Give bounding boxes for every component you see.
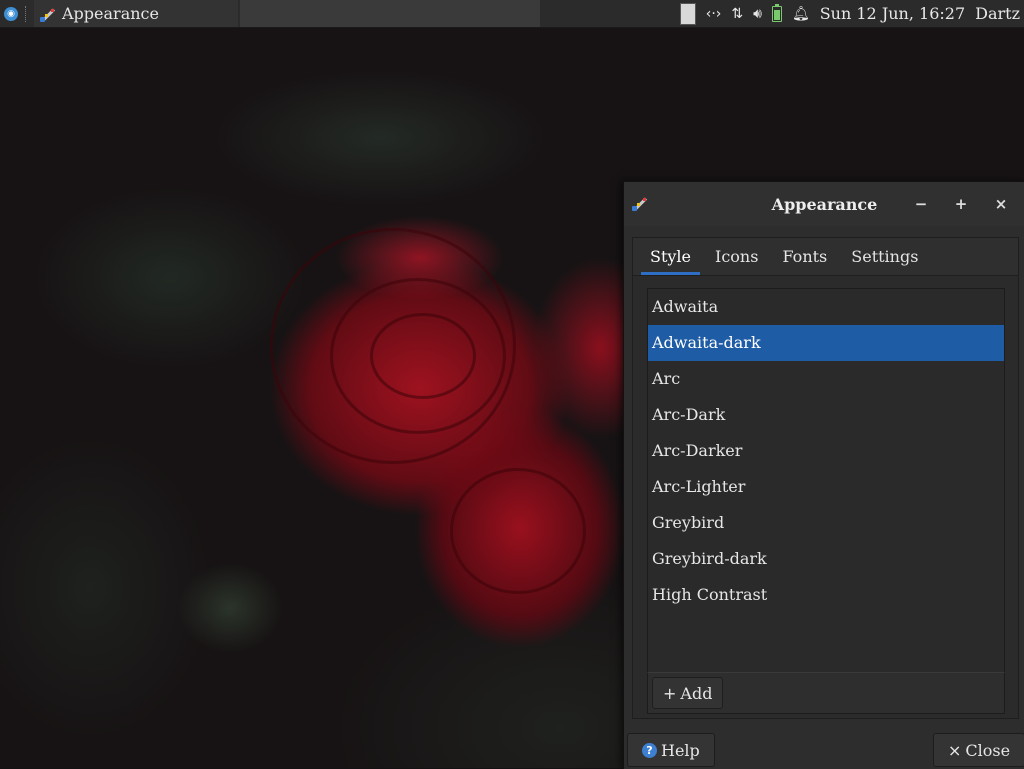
network-arrows-icon[interactable]: ‹·› — [706, 6, 722, 22]
volume-icon[interactable]: 🔊︎ — [753, 6, 762, 22]
taskbar-item-label: Appearance — [62, 4, 159, 23]
list-item[interactable]: Arc — [648, 361, 1004, 397]
list-item[interactable]: Greybird — [648, 505, 1004, 541]
user-menu[interactable]: Dartz — [975, 4, 1020, 23]
tab-settings[interactable]: Settings — [840, 238, 929, 275]
appearance-dialog: Appearance − + × Style Icons Fonts Setti… — [623, 181, 1024, 769]
plus-icon: + — [663, 683, 677, 703]
close-button-label: Close — [965, 740, 1011, 760]
theme-list[interactable]: Adwaita Adwaita-dark Arc Arc-Dark Arc-Da… — [647, 288, 1005, 673]
close-icon: × — [948, 740, 962, 760]
help-icon: ? — [642, 742, 657, 758]
appearance-app-icon — [40, 6, 56, 22]
taskbar-empty-area — [240, 0, 540, 27]
tab-bar: Style Icons Fonts Settings — [633, 238, 1018, 276]
tab-style[interactable]: Style — [639, 238, 702, 275]
list-item[interactable]: Arc-Dark — [648, 397, 1004, 433]
top-panel: ◉ Appearance ‹·› ⇅ 🔊︎ 🔔︎ Sun 12 Jun, 16:… — [0, 0, 1024, 28]
list-item[interactable]: Adwaita — [648, 289, 1004, 325]
add-theme-button[interactable]: + Add — [652, 677, 724, 709]
tab-icons[interactable]: Icons — [704, 238, 769, 275]
list-item[interactable]: Adwaita-dark — [648, 325, 1004, 361]
theme-list-toolbar: + Add — [647, 672, 1005, 714]
dialog-titlebar[interactable]: Appearance − + × — [624, 182, 1024, 226]
list-item[interactable]: Arc-Lighter — [648, 469, 1004, 505]
minimize-button[interactable]: − — [909, 192, 933, 216]
rose-petal-decoration — [450, 468, 586, 594]
rose-petal-decoration — [270, 228, 516, 464]
notification-bell-icon[interactable]: 🔔︎ — [792, 6, 810, 22]
app-menu-button[interactable]: ◉ — [0, 0, 22, 27]
close-button[interactable]: × Close — [933, 733, 1024, 767]
workspace-icon[interactable] — [679, 2, 696, 25]
settings-notebook: Style Icons Fonts Settings Adwaita Adwai… — [632, 237, 1019, 719]
whisker-menu-icon: ◉ — [4, 6, 18, 21]
panel-clock[interactable]: Sun 12 Jun, 16:27 — [820, 4, 965, 23]
transfer-icon[interactable]: ⇅ — [731, 6, 743, 22]
taskbar-item-appearance[interactable]: Appearance — [34, 0, 238, 27]
maximize-button[interactable]: + — [949, 192, 973, 216]
system-tray: ‹·› ⇅ 🔊︎ 🔔︎ Sun 12 Jun, 16:27 Dartz — [679, 0, 1024, 27]
panel-separator — [25, 5, 32, 22]
list-item[interactable]: Arc-Darker — [648, 433, 1004, 469]
add-button-label: Add — [680, 683, 713, 703]
help-button[interactable]: ? Help — [627, 733, 715, 767]
battery-icon[interactable] — [771, 3, 782, 22]
help-button-label: Help — [661, 740, 700, 760]
list-item[interactable]: Greybird-dark — [648, 541, 1004, 577]
tab-fonts[interactable]: Fonts — [771, 238, 838, 275]
close-window-button[interactable]: × — [989, 192, 1013, 216]
list-item[interactable]: High Contrast — [648, 577, 1004, 613]
